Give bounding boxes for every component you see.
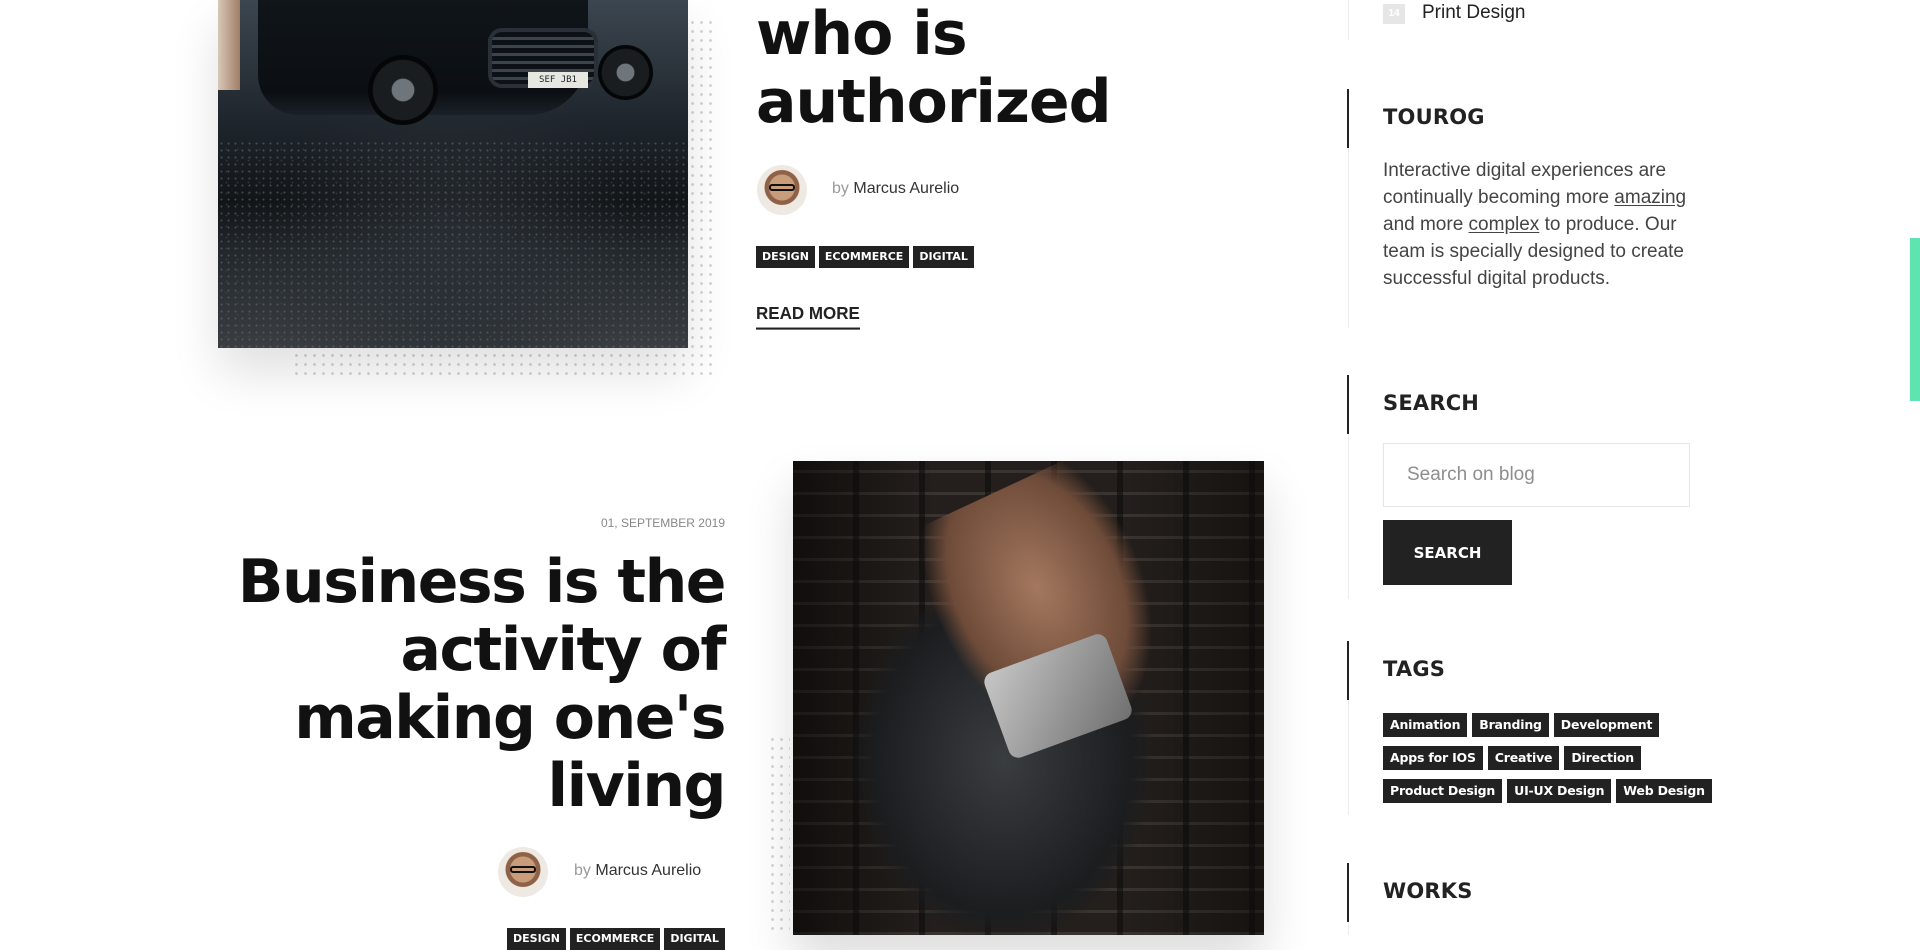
sidebar-divider <box>1348 922 1349 935</box>
glasses-icon <box>510 866 536 873</box>
search-button[interactable]: SEARCH <box>1383 520 1512 585</box>
tag-digital[interactable]: DIGITAL <box>913 246 974 268</box>
author-avatar[interactable] <box>498 847 548 897</box>
widget-accent-bar <box>1347 641 1349 700</box>
car-wheel-front <box>368 55 438 125</box>
author-byline: by Marcus Aurelio <box>832 180 959 198</box>
post-tags: DESIGN ECOMMERCE DIGITAL <box>756 245 978 268</box>
car-wheel-rear <box>598 45 653 100</box>
about-text-part: and more <box>1383 214 1469 235</box>
title-line: who is <box>756 0 968 69</box>
post-date: 01, SEPTEMBER 2019 <box>600 516 725 530</box>
tag-branding[interactable]: Branding <box>1472 713 1549 737</box>
category-count: 14 <box>1383 4 1405 24</box>
tag-cloud: Animation Branding Development Apps for … <box>1383 713 1713 812</box>
title-line: living <box>547 751 727 821</box>
post-tags: DESIGN ECOMMERCE DIGITAL <box>507 927 729 950</box>
widget-heading-works: WORKS <box>1383 879 1473 903</box>
sidebar-divider <box>1348 148 1349 328</box>
pole <box>218 0 240 90</box>
by-prefix: by <box>574 862 591 879</box>
scroll-progress-indicator[interactable] <box>1910 238 1920 401</box>
tag-design[interactable]: DESIGN <box>756 246 815 268</box>
tag-direction[interactable]: Direction <box>1564 746 1642 770</box>
link-complex[interactable]: complex <box>1469 214 1540 235</box>
about-text: Interactive digital experiences are cont… <box>1383 157 1701 292</box>
tag-animation[interactable]: Animation <box>1383 713 1468 737</box>
author-byline: by Marcus Aurelio <box>574 862 701 880</box>
widget-accent-bar <box>1347 375 1349 434</box>
widget-heading-search: SEARCH <box>1383 391 1480 415</box>
by-prefix: by <box>832 180 849 197</box>
widget-accent-bar <box>1347 89 1349 148</box>
tag-design[interactable]: DESIGN <box>507 928 566 950</box>
tag-digital[interactable]: DIGITAL <box>664 928 725 950</box>
link-amazing[interactable]: amazing <box>1614 187 1686 208</box>
glasses-icon <box>769 184 795 191</box>
read-more-link[interactable]: READ MORE <box>756 303 860 330</box>
tag-creative[interactable]: Creative <box>1487 746 1560 770</box>
tag-ecommerce[interactable]: ECOMMERCE <box>569 928 661 950</box>
decorative-dots <box>768 735 790 935</box>
author-name[interactable]: Marcus Aurelio <box>853 180 959 197</box>
search-input[interactable] <box>1383 443 1690 507</box>
title-line: activity of <box>400 615 727 685</box>
post-image-athlete[interactable] <box>793 461 1264 935</box>
title-line: making one's <box>294 683 726 753</box>
title-line: authorized <box>756 67 1112 137</box>
sidebar-divider <box>1348 434 1349 599</box>
tag-apps-for-ios[interactable]: Apps for IOS <box>1383 746 1483 770</box>
tag-development[interactable]: Development <box>1553 713 1660 737</box>
tag-ui-ux-design[interactable]: UI-UX Design <box>1507 779 1612 803</box>
tag-ecommerce[interactable]: ECOMMERCE <box>818 246 910 268</box>
widget-accent-bar <box>1347 863 1349 922</box>
sidebar-divider <box>1348 700 1349 815</box>
license-plate: SEF JB1 <box>528 72 588 88</box>
tag-row: Animation Branding Development <box>1383 713 1713 737</box>
widget-heading-about: TOUROG <box>1383 105 1485 129</box>
post-image-car[interactable]: SEF JB1 <box>218 0 688 348</box>
tag-row: Apps for IOS Creative Direction <box>1383 746 1713 770</box>
widget-heading-tags: TAGS <box>1383 657 1446 681</box>
tag-web-design[interactable]: Web Design <box>1616 779 1712 803</box>
tag-product-design[interactable]: Product Design <box>1383 779 1503 803</box>
post-title[interactable]: who is authorized <box>756 0 1316 136</box>
post-title[interactable]: Business is the activity of making one's… <box>165 547 727 821</box>
category-print-design[interactable]: Print Design <box>1422 2 1526 24</box>
title-line: Business is the <box>237 547 727 617</box>
author-avatar[interactable] <box>757 165 807 215</box>
tag-row: Product Design UI-UX Design Web Design <box>1383 779 1713 803</box>
asphalt-texture <box>218 140 688 348</box>
sidebar-divider <box>1348 0 1349 40</box>
author-name[interactable]: Marcus Aurelio <box>595 862 701 879</box>
